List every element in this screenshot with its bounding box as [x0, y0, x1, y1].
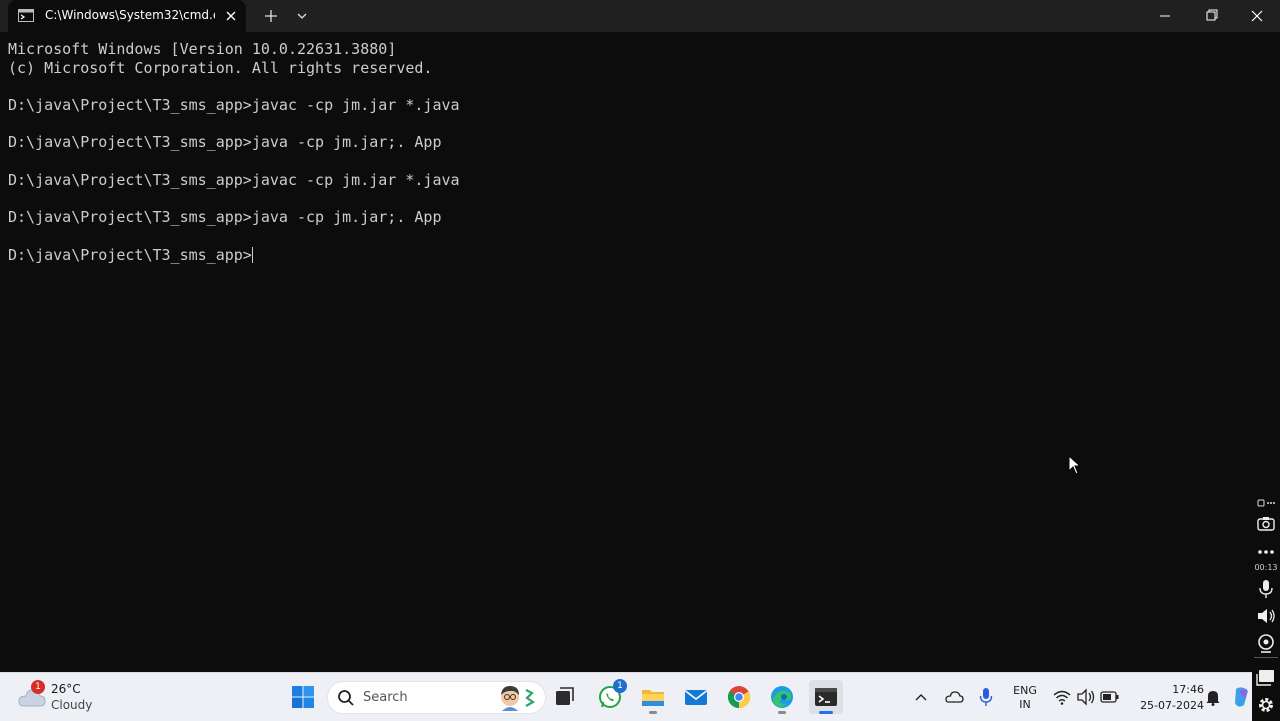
file-explorer-button[interactable]	[636, 680, 670, 714]
battery-icon[interactable]	[1100, 689, 1120, 705]
tab-dropdown-chevron-icon[interactable]	[292, 6, 312, 26]
prompt-line[interactable]: D:\java\Project\T3_sms_app>	[8, 246, 253, 265]
language-code: ENG	[1013, 684, 1037, 697]
terminal-line: D:\java\Project\T3_sms_app>java -cp jm.j…	[8, 133, 442, 151]
mail-button[interactable]	[679, 680, 713, 714]
mouse-pointer-icon	[1068, 455, 1082, 475]
tab-title: C:\Windows\System32\cmd.e	[45, 8, 215, 22]
terminal-line: D:\java\Project\T3_sms_app>java -cp jm.j…	[8, 208, 442, 226]
onedrive-cloud-icon[interactable]	[944, 688, 964, 706]
screen-recorder-panel: 00:13	[1252, 494, 1280, 720]
close-tab-icon[interactable]	[222, 7, 240, 25]
chrome-button[interactable]	[722, 680, 756, 714]
terminal-icon	[815, 688, 837, 706]
new-tab-button[interactable]	[261, 6, 281, 26]
system-clock[interactable]: 17:46 25-07-2024	[1128, 682, 1204, 714]
webcam-icon[interactable]	[1255, 633, 1277, 653]
clock-time: 17:46	[1172, 683, 1204, 696]
search-placeholder: Search	[363, 690, 408, 705]
weather-condition: Cloudy	[51, 698, 93, 712]
restore-button[interactable]	[1188, 0, 1234, 32]
recording-timer: 00:13	[1254, 563, 1278, 572]
weather-temperature: 26°C	[51, 682, 81, 696]
terminal-button-active[interactable]	[809, 680, 843, 714]
terminal-line: Microsoft Windows [Version 10.0.22631.38…	[8, 40, 397, 58]
volume-icon[interactable]	[1076, 688, 1096, 706]
camera-icon[interactable]	[1255, 514, 1277, 534]
title-bar: C:\Windows\System32\cmd.e	[0, 0, 1280, 32]
whatsapp-notification-badge: 1	[613, 679, 627, 693]
settings-gear-icon[interactable]	[1255, 695, 1277, 715]
running-indicator	[778, 711, 786, 714]
taskbar: 1 26°C Cloudy Search 1 ENG IN 17:46 25-0…	[0, 672, 1252, 721]
terminal-line: D:\java\Project\T3_sms_app>javac -cp jm.…	[8, 171, 460, 189]
task-view-icon	[556, 687, 574, 705]
tab-cmd[interactable]: C:\Windows\System32\cmd.e	[8, 0, 246, 32]
edge-button[interactable]	[765, 680, 799, 714]
show-hidden-icons-chevron-icon[interactable]	[913, 689, 929, 705]
input-language-indicator[interactable]: ENG IN	[1010, 684, 1040, 712]
close-window-button[interactable]	[1234, 0, 1280, 32]
file-explorer-icon	[642, 690, 664, 706]
recorder-menu-icon[interactable]	[1255, 496, 1277, 510]
terminal-line: D:\java\Project\T3_sms_app>javac -cp jm.…	[8, 96, 460, 114]
recording-area-icon[interactable]	[1255, 668, 1277, 688]
search-icon	[338, 690, 354, 706]
divider	[1254, 657, 1278, 658]
terminal-output[interactable]: Microsoft Windows [Version 10.0.22631.38…	[0, 32, 1280, 672]
start-button[interactable]	[286, 680, 320, 714]
microphone-in-use-icon[interactable]	[978, 687, 994, 707]
minimize-button[interactable]	[1142, 0, 1188, 32]
taskbar-search-box[interactable]: Search	[327, 681, 546, 714]
text-cursor	[251, 247, 253, 263]
chrome-icon	[728, 686, 750, 708]
speaker-icon[interactable]	[1255, 606, 1277, 626]
active-indicator	[819, 711, 833, 714]
more-options-icon[interactable]	[1255, 542, 1277, 562]
language-region: IN	[1019, 698, 1031, 711]
copilot-icon[interactable]	[1232, 685, 1252, 709]
edge-icon	[771, 686, 793, 708]
weather-notification-badge: 1	[31, 680, 45, 694]
wifi-icon[interactable]	[1053, 688, 1071, 706]
mail-icon	[685, 690, 707, 705]
whatsapp-button[interactable]: 1	[593, 679, 627, 714]
prompt-text: D:\java\Project\T3_sms_app>	[8, 246, 252, 264]
cmd-icon	[18, 9, 34, 22]
search-highlight-illustration-icon	[501, 686, 536, 711]
clock-date: 25-07-2024	[1140, 699, 1204, 712]
windows-start-icon	[292, 686, 314, 708]
weather-widget[interactable]: 1 26°C Cloudy	[16, 680, 126, 716]
terminal-line: (c) Microsoft Corporation. All rights re…	[8, 59, 433, 77]
task-view-button[interactable]	[547, 680, 581, 714]
notifications-icon[interactable]	[1205, 688, 1221, 706]
running-indicator	[649, 711, 657, 714]
microphone-icon[interactable]	[1255, 579, 1277, 599]
